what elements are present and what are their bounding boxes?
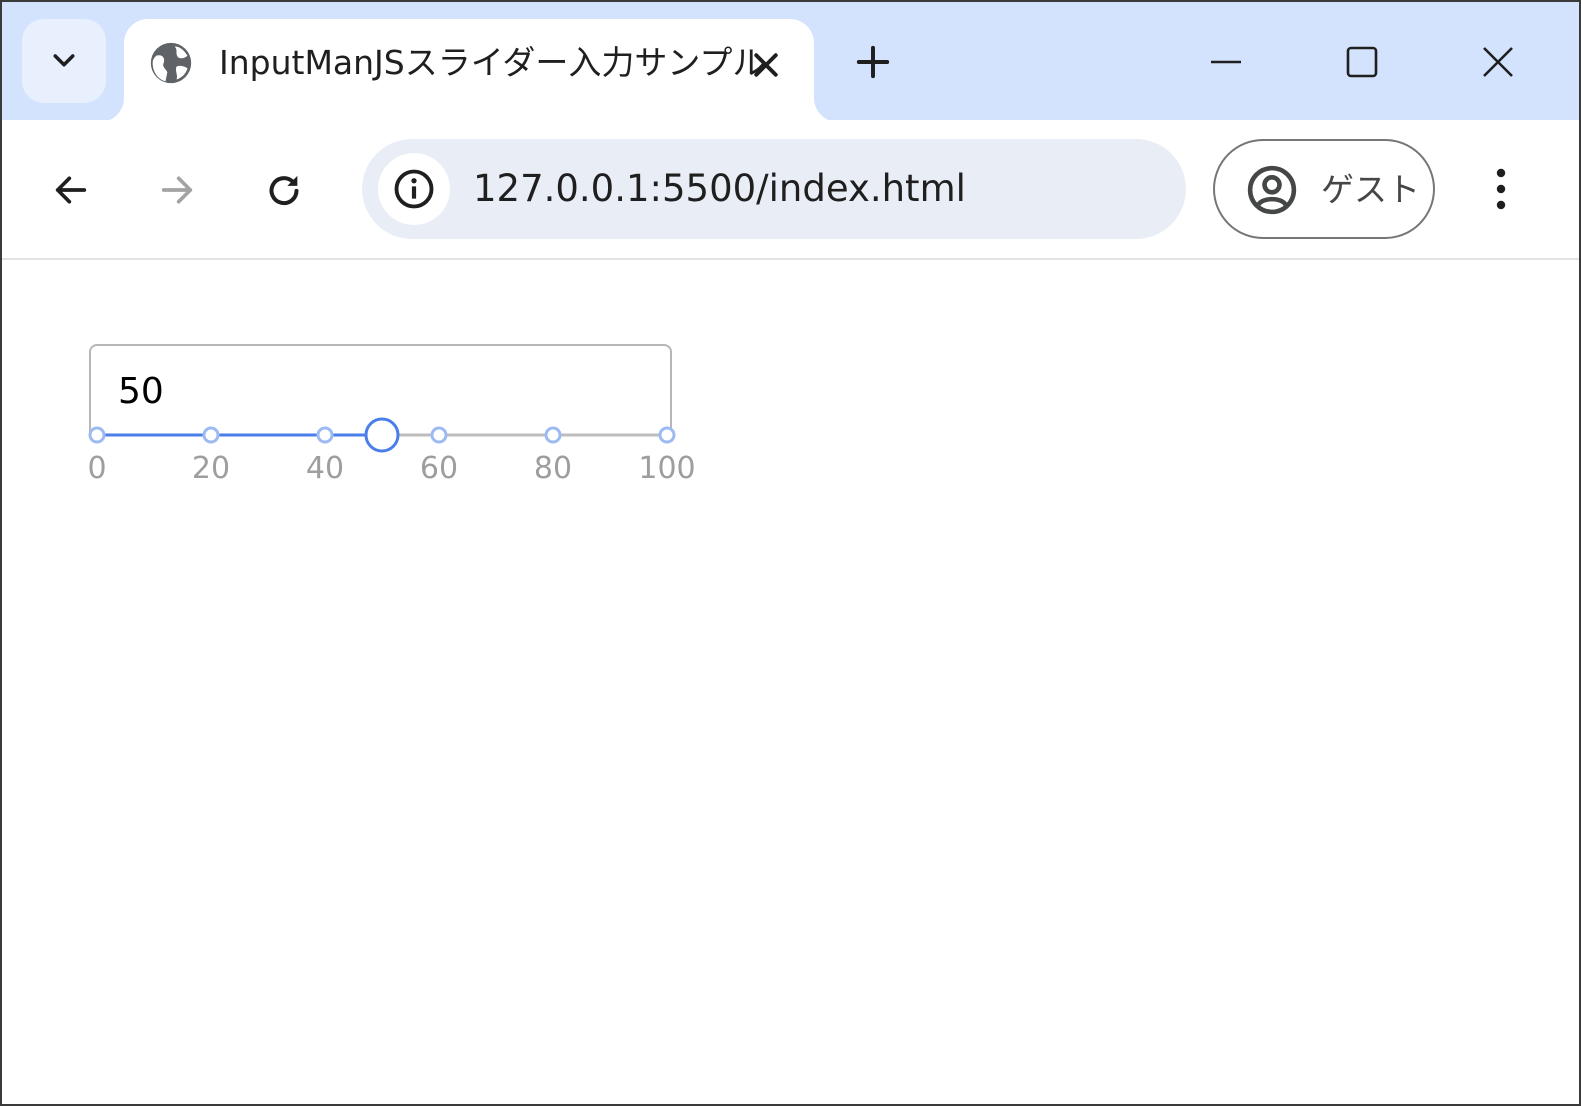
- slider-tick-mark[interactable]: [202, 426, 220, 444]
- slider-tick-mark[interactable]: [658, 426, 676, 444]
- more-vert-icon: [1496, 168, 1506, 210]
- tab-title: InputManJSスライダー入力サンプル: [219, 43, 766, 82]
- site-info-button[interactable]: [378, 153, 450, 225]
- reload-button[interactable]: [260, 166, 308, 214]
- chevron-down-icon: [53, 54, 75, 67]
- tab-search-button[interactable]: [22, 19, 106, 103]
- slider-thumb[interactable]: [364, 417, 400, 453]
- slider-tick-label: 0: [87, 451, 106, 486]
- slider-tick-mark[interactable]: [316, 426, 334, 444]
- profile-label: ゲスト: [1321, 170, 1420, 209]
- slider-tick-label: 40: [306, 451, 344, 486]
- page-content: 50 0 20 40 60 80 100: [2, 260, 1579, 1104]
- new-tab-button[interactable]: [848, 37, 898, 87]
- browser-window: InputManJSスライダー入力サンプル 127.0.0.1:5500/ind…: [0, 0, 1581, 1106]
- close-icon: [1483, 47, 1513, 77]
- globe-icon: [150, 42, 192, 84]
- arrow-right-icon: [161, 176, 193, 204]
- address-bar[interactable]: 127.0.0.1:5500/index.html: [362, 139, 1186, 239]
- back-button[interactable]: [47, 166, 95, 214]
- slider[interactable]: 0 20 40 60 80 100: [72, 410, 732, 490]
- minimize-button[interactable]: [1196, 32, 1256, 92]
- menu-button[interactable]: [1476, 164, 1526, 214]
- profile-button[interactable]: ゲスト: [1213, 139, 1435, 239]
- arrow-left-icon: [55, 176, 87, 204]
- maximize-icon: [1346, 46, 1378, 78]
- slider-tick-label: 60: [420, 451, 458, 486]
- info-icon: [394, 169, 434, 209]
- plus-icon: [856, 45, 890, 79]
- slider-tick-label: 20: [192, 451, 230, 486]
- active-tab[interactable]: InputManJSスライダー入力サンプル: [124, 19, 814, 122]
- account-circle-icon: [1247, 165, 1297, 215]
- close-icon: [754, 53, 778, 77]
- slider-tick-label: 100: [638, 451, 695, 486]
- slider-tick-mark[interactable]: [88, 426, 106, 444]
- maximize-button[interactable]: [1332, 32, 1392, 92]
- close-window-button[interactable]: [1468, 32, 1528, 92]
- tab-close-button[interactable]: [744, 43, 788, 87]
- slider-tick-label: 80: [534, 451, 572, 486]
- reload-icon: [269, 175, 299, 206]
- url-text: 127.0.0.1:5500/index.html: [473, 167, 966, 210]
- forward-button[interactable]: [153, 166, 201, 214]
- slider-value: 50: [118, 371, 164, 412]
- slider-tick-mark[interactable]: [544, 426, 562, 444]
- browser-toolbar: 127.0.0.1:5500/index.html ゲスト: [2, 120, 1579, 260]
- tab-strip: InputManJSスライダー入力サンプル: [2, 2, 1579, 122]
- slider-tick-mark[interactable]: [430, 426, 448, 444]
- minimize-icon: [1211, 60, 1241, 64]
